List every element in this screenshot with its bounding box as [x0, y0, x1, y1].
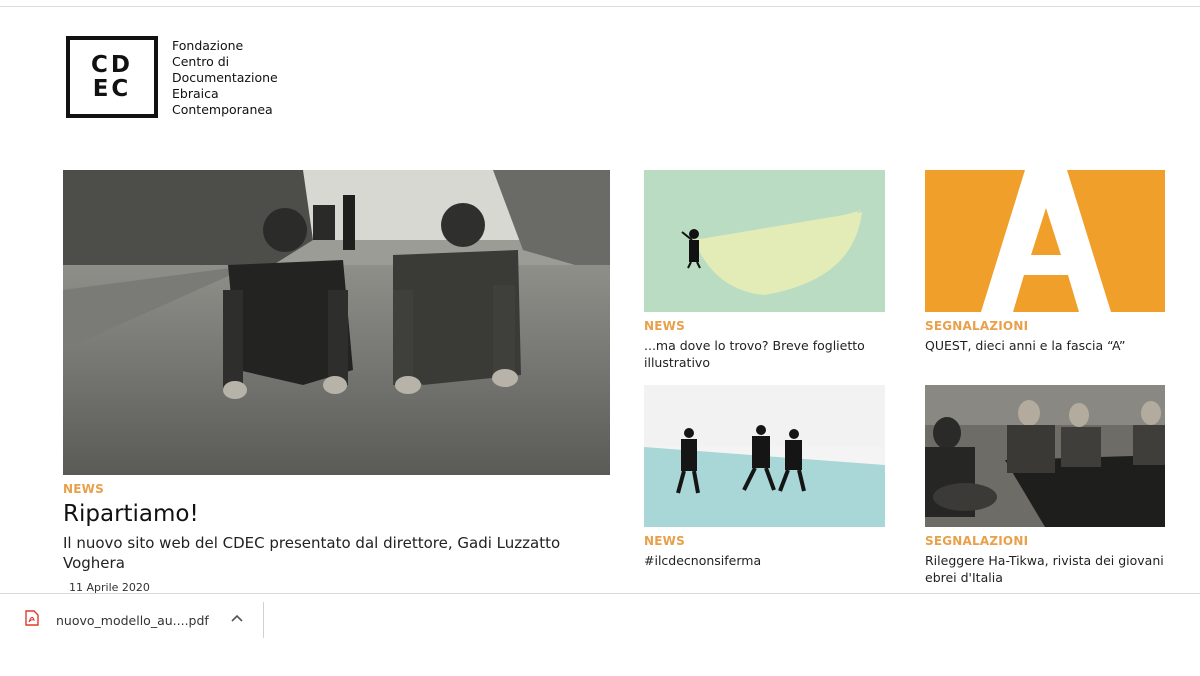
featured-article[interactable]: NEWS Ripartiamo! Il nuovo sito web del C… — [63, 170, 610, 594]
article-card[interactable]: SEGNALAZIONI Rileggere Ha-Tikwa, rivista… — [925, 385, 1165, 585]
org-name-line: Centro di — [172, 54, 230, 69]
featured-category: NEWS — [63, 482, 104, 496]
illustration — [681, 210, 862, 295]
pdf-file-icon — [25, 610, 39, 626]
article-card-image[interactable] — [925, 385, 1165, 527]
download-item[interactable]: nuovo_modello_au....pdf — [16, 602, 264, 638]
article-card[interactable]: NEWS #ilcdecnonsiferma — [644, 385, 885, 568]
article-card-category: SEGNALAZIONI — [925, 319, 1029, 333]
chevron-up-icon[interactable] — [228, 610, 246, 628]
article-card-image[interactable] — [925, 170, 1165, 312]
article-card-title[interactable]: QUEST, dieci anni e la fascia “A” — [925, 337, 1165, 354]
beach-photo — [644, 385, 885, 527]
article-card-category: SEGNALAZIONI — [925, 534, 1029, 548]
article-card-image[interactable] — [644, 385, 885, 527]
org-name-line: Fondazione — [172, 38, 244, 53]
browser-top-divider — [0, 6, 1200, 7]
download-separator — [263, 602, 264, 638]
meeting-photo — [925, 385, 1165, 527]
article-card-title[interactable]: Rileggere Ha-Tikwa, rivista dei giovani … — [925, 552, 1165, 586]
article-card-category: NEWS — [644, 534, 685, 548]
org-name-line: Contemporanea — [172, 102, 273, 117]
article-card[interactable]: NEWS ...ma dove lo trovo? Breve fogliett… — [644, 170, 885, 370]
logo-line-1: CD — [91, 52, 133, 78]
featured-description: Il nuovo sito web del CDEC presentato da… — [63, 534, 561, 572]
download-filename: nuovo_modello_au....pdf — [56, 613, 209, 628]
organization-name: Fondazione Centro di Documentazione Ebra… — [172, 38, 278, 118]
cdec-logo[interactable]: CD EC — [66, 36, 158, 118]
featured-photo[interactable] — [63, 170, 610, 475]
article-card-image[interactable] — [644, 170, 885, 312]
org-name-line: Ebraica — [172, 86, 219, 101]
article-card-title[interactable]: ...ma dove lo trovo? Breve foglietto ill… — [644, 337, 885, 371]
article-card[interactable]: SEGNALAZIONI QUEST, dieci anni e la fasc… — [925, 170, 1165, 353]
article-card-title[interactable]: #ilcdecnonsiferma — [644, 552, 885, 569]
logo-line-2: EC — [92, 76, 132, 102]
download-bar: nuovo_modello_au....pdf — [0, 593, 1200, 676]
org-name-line: Documentazione — [172, 70, 278, 85]
article-card-category: NEWS — [644, 319, 685, 333]
letter-a-graphic — [981, 170, 1111, 312]
featured-title[interactable]: Ripartiamo! — [63, 501, 199, 527]
featured-photo-image — [63, 170, 610, 475]
